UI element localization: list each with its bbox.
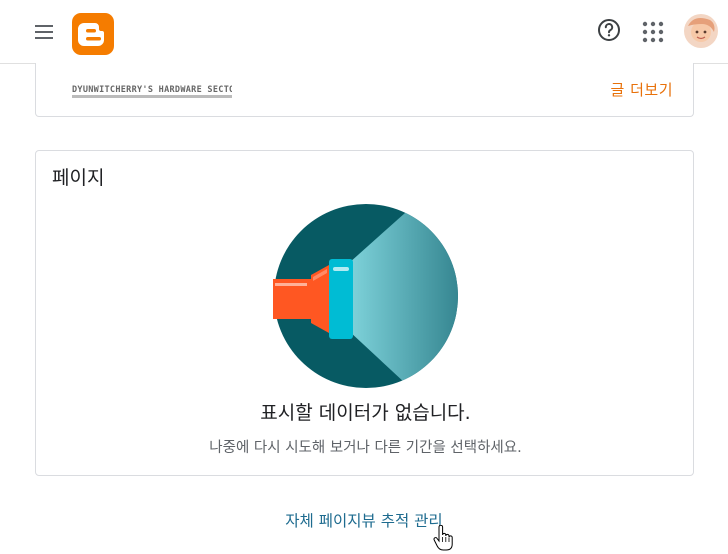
empty-state-subtitle: 나중에 다시 시도해 보거나 다른 기간을 선택하세요. [209,440,522,456]
help-icon[interactable] [596,17,622,43]
flashlight-icon [273,204,458,388]
blog-banner-image: DYUNWITCHERRY'S HARDWARE SECTOR [72,85,232,98]
svg-text:DYUNWITCHERRY'S HARDWARE SECTO: DYUNWITCHERRY'S HARDWARE SECTOR [72,85,232,95]
hand-cursor-icon [433,525,453,551]
blogger-logo[interactable] [72,13,114,55]
empty-state-title: 표시할 데이터가 없습니다. [260,402,471,424]
user-avatar[interactable] [684,14,718,48]
pages-card: 페이지 표시할 데이터가 없습니다. 나중에 다시 시도해 보거나 다른 기간을… [35,150,694,476]
more-posts-link[interactable]: 글 더보기 [611,79,673,100]
manage-pageview-tracking-link[interactable]: 자체 페이지뷰 추적 관리 [0,509,728,531]
menu-icon[interactable] [30,20,58,44]
apps-grid-icon[interactable] [640,19,666,45]
card-title: 페이지 [52,167,105,189]
posts-card: DYUNWITCHERRY'S HARDWARE SECTOR 글 더보기 [35,63,694,117]
top-app-bar [0,0,728,64]
